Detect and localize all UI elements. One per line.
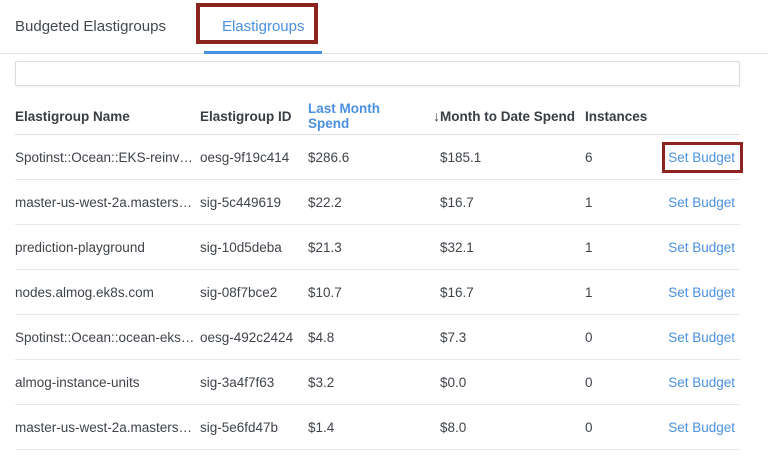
cell-month-to-date-spend: $32.1 xyxy=(440,240,585,255)
sort-descending-icon: ↓ xyxy=(433,109,440,123)
elastigroups-budget-screen: Budgeted Elastigroups Elastigroups Elast… xyxy=(0,0,768,457)
cell-instances: 1 xyxy=(585,195,665,210)
cell-last-month-spend: $4.8 xyxy=(308,330,440,345)
table-row: nodes.almog.ek8s.com sig-08f7bce2 $10.7 … xyxy=(15,270,740,315)
cell-last-month-spend: $10.7 xyxy=(308,285,440,300)
cell-elastigroup-name: nodes.almog.ek8s.com xyxy=(15,285,200,300)
column-header-last-month-spend-label: Last Month Spend xyxy=(308,101,419,131)
column-header-instances[interactable]: Instances xyxy=(585,109,665,124)
elastigroups-table: Elastigroup Name Elastigroup ID Last Mon… xyxy=(15,98,740,450)
tabs-bar: Budgeted Elastigroups Elastigroups xyxy=(0,0,768,54)
tab-elastigroups[interactable]: Elastigroups xyxy=(204,0,323,53)
column-header-month-to-date-spend[interactable]: Month to Date Spend xyxy=(440,109,585,124)
cell-elastigroup-id: sig-08f7bce2 xyxy=(200,285,308,300)
set-budget-link[interactable]: Set Budget xyxy=(668,195,735,210)
cell-month-to-date-spend: $185.1 xyxy=(440,150,585,165)
cell-elastigroup-id: sig-5c449619 xyxy=(200,195,308,210)
column-header-last-month-spend[interactable]: Last Month Spend ↓ xyxy=(308,101,440,131)
cell-instances: 1 xyxy=(585,285,665,300)
table-row: Spotinst::Ocean::ocean-eks… oesg-492c242… xyxy=(15,315,740,360)
cell-elastigroup-name: almog-instance-units xyxy=(15,375,200,390)
table-row: prediction-playground sig-10d5deba $21.3… xyxy=(15,225,740,270)
cell-elastigroup-id: sig-10d5deba xyxy=(200,240,308,255)
filter-panel xyxy=(15,61,740,86)
tab-budgeted-elastigroups[interactable]: Budgeted Elastigroups xyxy=(15,0,166,53)
tab-elastigroups-label: Elastigroups xyxy=(222,18,305,35)
set-budget-link[interactable]: Set Budget xyxy=(668,330,735,345)
cell-elastigroup-id: oesg-9f19c414 xyxy=(200,150,308,165)
column-header-elastigroup-name[interactable]: Elastigroup Name xyxy=(15,109,200,124)
cell-last-month-spend: $3.2 xyxy=(308,375,440,390)
cell-month-to-date-spend: $16.7 xyxy=(440,195,585,210)
table-row: master-us-west-2a.masters… sig-5e6fd47b … xyxy=(15,405,740,450)
cell-last-month-spend: $1.4 xyxy=(308,420,440,435)
set-budget-link[interactable]: Set Budget xyxy=(668,375,735,390)
cell-elastigroup-name: prediction-playground xyxy=(15,240,200,255)
table-row: Spotinst::Ocean::EKS-reinv… oesg-9f19c41… xyxy=(15,135,740,180)
cell-month-to-date-spend: $7.3 xyxy=(440,330,585,345)
cell-month-to-date-spend: $0.0 xyxy=(440,375,585,390)
cell-instances: 0 xyxy=(585,330,665,345)
cell-instances: 6 xyxy=(585,150,665,165)
set-budget-link[interactable]: Set Budget xyxy=(668,240,735,255)
cell-elastigroup-name: Spotinst::Ocean::EKS-reinv… xyxy=(15,150,200,165)
cell-elastigroup-id: oesg-492c2424 xyxy=(200,330,308,345)
cell-instances: 0 xyxy=(585,375,665,390)
cell-month-to-date-spend: $16.7 xyxy=(440,285,585,300)
tab-budgeted-elastigroups-label: Budgeted Elastigroups xyxy=(15,18,166,35)
cell-elastigroup-name: master-us-west-2a.masters… xyxy=(15,195,200,210)
cell-instances: 1 xyxy=(585,240,665,255)
cell-last-month-spend: $286.6 xyxy=(308,150,440,165)
table-row: master-us-west-2a.masters… sig-5c449619 … xyxy=(15,180,740,225)
cell-instances: 0 xyxy=(585,420,665,435)
cell-elastigroup-id: sig-3a4f7f63 xyxy=(200,375,308,390)
column-header-elastigroup-id[interactable]: Elastigroup ID xyxy=(200,109,308,124)
table-row: almog-instance-units sig-3a4f7f63 $3.2 $… xyxy=(15,360,740,405)
cell-last-month-spend: $22.2 xyxy=(308,195,440,210)
cell-last-month-spend: $21.3 xyxy=(308,240,440,255)
set-budget-link[interactable]: Set Budget xyxy=(668,420,735,435)
set-budget-link[interactable]: Set Budget xyxy=(668,150,735,165)
set-budget-link[interactable]: Set Budget xyxy=(668,285,735,300)
cell-elastigroup-name: Spotinst::Ocean::ocean-eks… xyxy=(15,330,200,345)
cell-elastigroup-name: master-us-west-2a.masters… xyxy=(15,420,200,435)
cell-month-to-date-spend: $8.0 xyxy=(440,420,585,435)
cell-elastigroup-id: sig-5e6fd47b xyxy=(200,420,308,435)
table-header-row: Elastigroup Name Elastigroup ID Last Mon… xyxy=(15,98,740,135)
